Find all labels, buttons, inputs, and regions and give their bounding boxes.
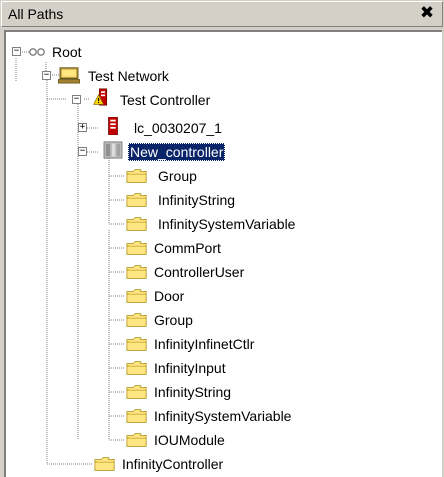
- folder-icon: [126, 217, 147, 231]
- tree-node-infinitystring[interactable]: InfinityString: [6, 382, 256, 404]
- tree-node-infinitysystemvariable-child[interactable]: InfinitySystemVariable: [6, 214, 326, 236]
- tree-label-group: Group: [154, 312, 193, 328]
- tree-view[interactable]: − Root − Test Network − Test Controller …: [4, 30, 442, 477]
- computer-icon: [58, 67, 80, 84]
- tree-node-controlleruser[interactable]: ControllerUser: [6, 262, 256, 284]
- tree-node-new-controller[interactable]: − New_controller: [6, 141, 256, 164]
- tree-node-door[interactable]: Door: [6, 286, 256, 308]
- tree-label-infinitysystemvariable: InfinitySystemVariable: [154, 408, 292, 424]
- close-icon[interactable]: ✖: [418, 4, 436, 22]
- tree-label-infinitystring: InfinityString: [154, 384, 232, 400]
- panel-titlebar: All Paths ✖: [1, 1, 443, 27]
- tree-label-door: Door: [154, 288, 185, 304]
- tree-label-infinitycontroller: InfinityController: [122, 456, 224, 472]
- tree-label-infinityinfinetctlr: InfinityInfinetCtlr: [154, 336, 255, 352]
- tree-label-infinitystring-child: InfinityString: [158, 192, 236, 208]
- folder-icon: [126, 361, 147, 375]
- collapse-toggle-test-network[interactable]: −: [42, 71, 51, 80]
- folder-icon: [126, 409, 147, 423]
- red-controller-icon: [108, 117, 118, 135]
- tree-label-test-controller: Test Controller: [120, 92, 211, 108]
- tree-node-infinityinfinetctlr[interactable]: InfinityInfinetCtlr: [6, 334, 306, 356]
- network-root-icon: [29, 48, 45, 56]
- tree-node-infinitycontroller[interactable]: InfinityController: [6, 454, 256, 476]
- tree-node-root[interactable]: − Root: [6, 41, 206, 63]
- tree-node-ioumodule[interactable]: IOUModule: [6, 430, 256, 452]
- all-paths-panel: All Paths ✖ − Root − Test Network − Test…: [0, 0, 444, 477]
- tree-node-test-controller[interactable]: − Test Controller: [6, 88, 256, 112]
- controller-alarm-icon: [93, 88, 108, 106]
- tree-node-group-child[interactable]: Group: [6, 166, 256, 188]
- folder-icon: [126, 265, 147, 279]
- folder-icon: [126, 337, 147, 351]
- tree-node-lc[interactable]: + lc_0030207_1: [6, 117, 256, 140]
- expand-toggle-lc[interactable]: +: [78, 123, 87, 132]
- collapse-toggle-test-controller[interactable]: −: [72, 95, 81, 104]
- grey-controller-icon: [103, 141, 123, 159]
- folder-icon: [126, 169, 147, 183]
- folder-icon: [126, 193, 147, 207]
- folder-icon: [126, 385, 147, 399]
- tree-label-root: Root: [52, 44, 82, 60]
- folder-icon: [126, 289, 147, 303]
- tree-node-group[interactable]: Group: [6, 310, 256, 332]
- collapse-toggle-root[interactable]: −: [12, 47, 21, 56]
- folder-icon: [126, 241, 147, 255]
- tree-label-lc: lc_0030207_1: [134, 120, 222, 136]
- folder-icon: [94, 457, 115, 471]
- panel-title: All Paths: [8, 6, 64, 22]
- tree-label-new-controller: New_controller: [128, 143, 226, 161]
- tree-label-infinitysystemvariable-child: InfinitySystemVariable: [158, 216, 296, 232]
- tree-node-commport[interactable]: CommPort: [6, 238, 256, 260]
- tree-node-infinityinput[interactable]: InfinityInput: [6, 358, 256, 380]
- tree-label-group-child: Group: [158, 168, 197, 184]
- tree-label-ioumodule: IOUModule: [154, 432, 225, 448]
- folder-icon: [126, 433, 147, 447]
- folder-icon: [126, 313, 147, 327]
- tree-node-infinitysystemvariable[interactable]: InfinitySystemVariable: [6, 406, 326, 428]
- tree-node-infinitystring-child[interactable]: InfinityString: [6, 190, 256, 212]
- tree-label-commport: CommPort: [154, 240, 221, 256]
- tree-node-test-network[interactable]: − Test Network: [6, 66, 256, 88]
- tree-label-controlleruser: ControllerUser: [154, 264, 245, 280]
- tree-label-test-network: Test Network: [88, 68, 169, 84]
- collapse-toggle-new-controller[interactable]: −: [78, 147, 87, 156]
- tree-label-infinityinput: InfinityInput: [154, 360, 226, 376]
